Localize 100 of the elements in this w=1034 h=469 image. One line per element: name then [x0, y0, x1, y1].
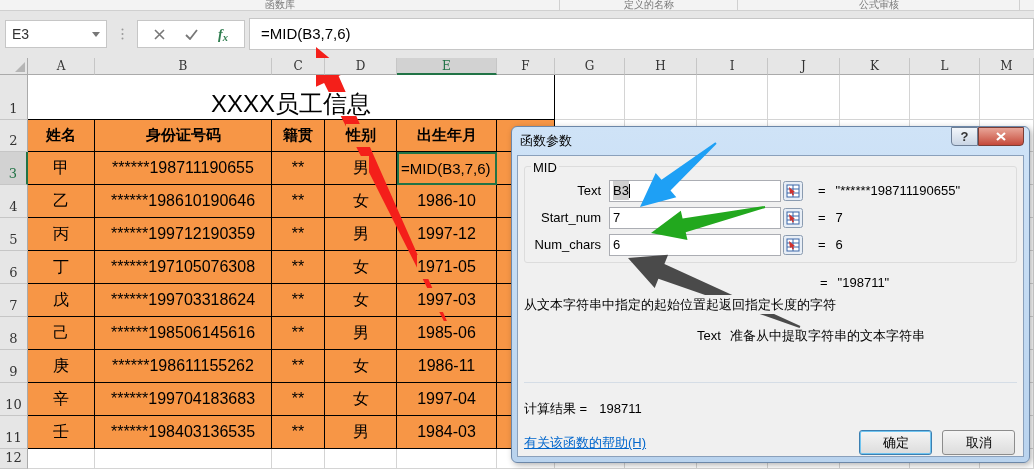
insert-function-button[interactable]: f$_{x}$: [218, 23, 228, 45]
column-header[interactable]: B: [95, 58, 272, 75]
table-cell: 1997-04: [397, 383, 497, 416]
column-header[interactable]: E: [397, 58, 497, 75]
table-cell: **: [272, 251, 325, 284]
calc-result-value: 198711: [599, 399, 642, 418]
help-link[interactable]: 有关该函数的帮助(H): [524, 432, 647, 453]
table-cell: 乙: [28, 185, 95, 218]
row-header[interactable]: 7: [0, 284, 28, 317]
table-cell: 壬: [28, 416, 95, 449]
dialog-button[interactable]: 确定: [859, 430, 932, 455]
table-cell: ******198611155262: [95, 350, 272, 383]
table-cell: **: [272, 416, 325, 449]
row-header[interactable]: 2: [0, 120, 28, 152]
column-header[interactable]: G: [555, 58, 625, 75]
column-header[interactable]: K: [840, 58, 910, 75]
row-header[interactable]: 9: [0, 350, 28, 383]
equals-sign: =: [820, 274, 828, 292]
column-header[interactable]: J: [768, 58, 840, 75]
argument-help-name: Text: [697, 327, 721, 345]
text-cursor: [628, 183, 630, 198]
table-cell: 庚: [28, 350, 95, 383]
row-header[interactable]: 3: [0, 152, 28, 185]
column-header[interactable]: M: [980, 58, 1034, 75]
table-cell: 1986-11: [397, 350, 497, 383]
ribbon-group-label: 公式审核: [858, 0, 899, 10]
table-cell: 1971-05: [397, 251, 497, 284]
function-description: 从文本字符串中指定的起始位置起返回指定长度的字符: [524, 294, 836, 314]
table-cell: **: [272, 185, 325, 218]
table-cell: ******199703318624: [95, 284, 272, 317]
row-header[interactable]: 6: [0, 251, 28, 284]
help-button[interactable]: ?: [951, 127, 978, 146]
table-header-cell: 出生年月: [397, 120, 497, 152]
row-header[interactable]: 8: [0, 317, 28, 350]
name-box[interactable]: E3: [5, 20, 107, 48]
table-cell: **: [272, 350, 325, 383]
table-cell: 女: [325, 251, 397, 284]
table-cell: ******198711190655: [95, 152, 272, 185]
table-cell: **: [272, 317, 325, 350]
table-cell: 男: [325, 416, 397, 449]
table-cell: 男: [325, 218, 397, 251]
argument-help-text: 准备从中提取字符串的文本字符串: [729, 327, 925, 345]
calc-result-label: 计算结果 =: [524, 399, 588, 418]
table-cell: ******199704183683: [95, 383, 272, 416]
collapse-dialog-icon[interactable]: [783, 180, 803, 201]
argument-label: Num_chars: [533, 235, 602, 254]
table-cell: 1986-10: [397, 185, 497, 218]
dropdown-caret-icon: [92, 31, 100, 37]
ribbon-group-label: 定义的名称: [623, 0, 674, 10]
column-header[interactable]: L: [910, 58, 980, 75]
column-header[interactable]: A: [28, 58, 95, 75]
column-header[interactable]: F: [497, 58, 555, 75]
table-header-cell: 性别: [325, 120, 397, 152]
sheet-title: XXXX员工信息: [211, 92, 371, 116]
row-header[interactable]: 4: [0, 185, 28, 218]
equals-sign: =: [818, 235, 826, 254]
argument-result: 6: [835, 235, 843, 254]
row-header[interactable]: 10: [0, 383, 28, 416]
check-icon[interactable]: [185, 28, 198, 40]
row-header[interactable]: 11: [0, 416, 28, 449]
table-cell: 女: [325, 383, 397, 416]
table-cell: 1997-03: [397, 284, 497, 317]
cancel-icon[interactable]: [154, 28, 165, 40]
table-cell: 辛: [28, 383, 95, 416]
table-cell: **: [272, 383, 325, 416]
table-cell: ******199712190359: [95, 218, 272, 251]
column-header[interactable]: H: [625, 58, 697, 75]
table-cell: ******198506145616: [95, 317, 272, 350]
table-cell: 1984-03: [397, 416, 497, 449]
close-button[interactable]: [978, 127, 1024, 146]
collapse-dialog-icon[interactable]: [783, 207, 803, 228]
table-cell: 男: [325, 317, 397, 350]
argument-result: 7: [835, 208, 843, 227]
table-cell: 女: [325, 350, 397, 383]
formula-result: "198711": [837, 274, 890, 292]
dialog-title: 函数参数: [520, 132, 572, 151]
table-cell: ******197105076308: [95, 251, 272, 284]
grip-icon: [121, 28, 124, 40]
table-cell: 1985-06: [397, 317, 497, 350]
argument-result: "******198711190655": [835, 181, 960, 200]
row-header[interactable]: 5: [0, 218, 28, 251]
active-cell[interactable]: =MID(B3,7,6): [397, 152, 497, 185]
ribbon-group-label: 函数库: [264, 0, 295, 10]
table-cell: 丁: [28, 251, 95, 284]
column-header[interactable]: I: [697, 58, 768, 75]
collapse-dialog-icon[interactable]: [783, 234, 803, 255]
table-header-cell: 籍贯: [272, 120, 325, 152]
column-header[interactable]: D: [325, 58, 397, 75]
column-header[interactable]: C: [272, 58, 325, 75]
table-cell: 女: [325, 284, 397, 317]
table-cell: 甲: [28, 152, 95, 185]
row-header[interactable]: 12: [0, 449, 28, 469]
row-header[interactable]: 1: [0, 75, 28, 120]
table-cell: ******198610190646: [95, 185, 272, 218]
close-icon: [996, 132, 1006, 141]
formula-bar[interactable]: =MID(B3,7,6): [249, 18, 1034, 50]
dialog-button[interactable]: 取消: [942, 430, 1015, 455]
equals-sign: =: [818, 181, 826, 200]
table-header-cell: 姓名: [28, 120, 95, 152]
argument-field[interactable]: 6: [609, 233, 781, 256]
